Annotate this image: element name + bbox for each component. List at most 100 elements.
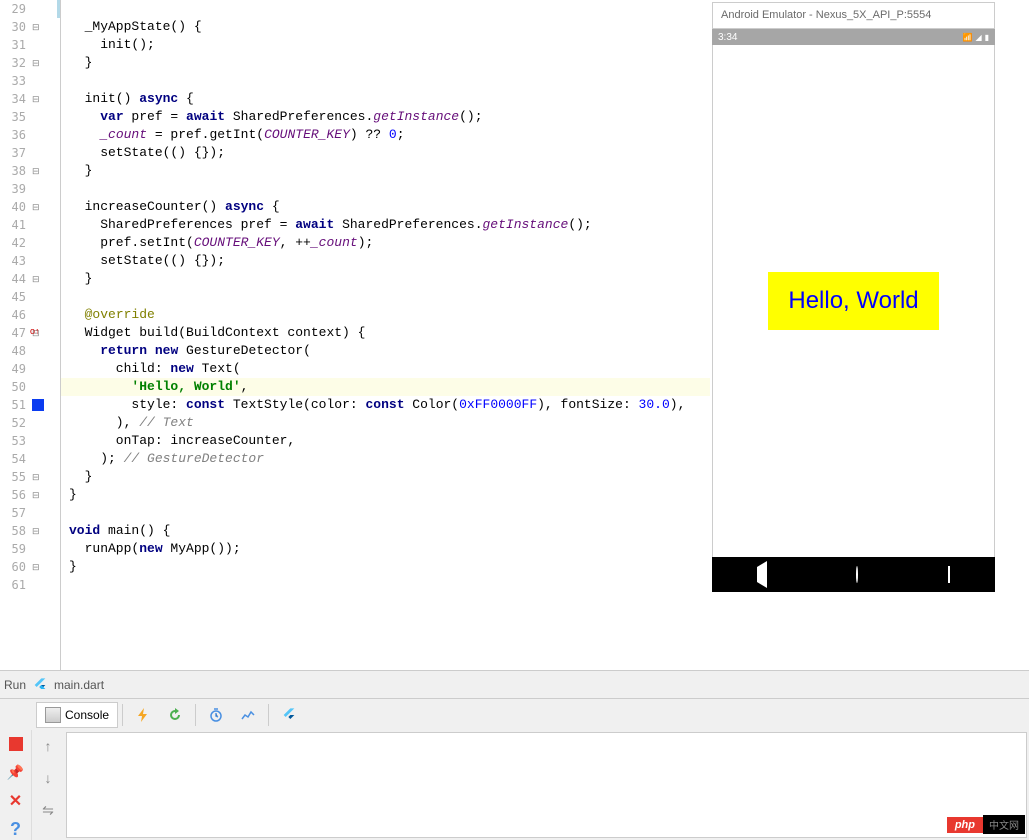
gutter-marker — [30, 72, 60, 90]
line-number: 46 — [0, 306, 26, 324]
code-line[interactable] — [61, 504, 710, 522]
code-line[interactable]: _count = pref.getInt(COUNTER_KEY) ?? 0; — [61, 126, 710, 144]
code-line[interactable]: pref.setInt(COUNTER_KEY, ++_count); — [61, 234, 710, 252]
gutter: 2930313233343536373839404142434445464748… — [0, 0, 30, 670]
gutter-marker: ⊟ — [30, 270, 60, 288]
pin-icon[interactable]: 📌 — [4, 762, 28, 782]
code-line[interactable]: increaseCounter() async { — [61, 198, 710, 216]
hello-world-widget[interactable]: Hello, World — [768, 272, 938, 330]
restart-icon[interactable] — [163, 703, 187, 727]
tree-icon[interactable]: ⇋ — [36, 798, 60, 822]
left-side-icons: 📌 ✕ ? — [0, 730, 32, 840]
line-number: 53 — [0, 432, 26, 450]
unfold-icon[interactable]: ⊟ — [32, 490, 42, 500]
code-line[interactable]: ), // Text — [61, 414, 710, 432]
gutter-marker — [30, 288, 60, 306]
code-line[interactable]: setState(() {}); — [61, 144, 710, 162]
line-number: 41 — [0, 216, 26, 234]
code-line[interactable]: void main() { — [61, 522, 710, 540]
code-line[interactable]: return new GestureDetector( — [61, 342, 710, 360]
code-line[interactable]: runApp(new MyApp()); — [61, 540, 710, 558]
graph-icon[interactable] — [236, 703, 260, 727]
code-line[interactable] — [61, 72, 710, 90]
gutter-marker — [30, 234, 60, 252]
line-number: 48 — [0, 342, 26, 360]
divider — [122, 704, 123, 726]
wifi-icon: 📶 — [962, 33, 972, 42]
hello-text: Hello, World — [788, 287, 918, 314]
line-number: 56 — [0, 486, 26, 504]
fold-icon[interactable]: ⊟ — [32, 94, 42, 104]
flutter-tool-icon[interactable] — [277, 703, 301, 727]
code-area[interactable]: _MyAppState() { init(); } init() async {… — [60, 0, 710, 670]
stop-icon[interactable] — [4, 734, 28, 754]
emulator-title: Android Emulator - Nexus_5X_API_P:5554 — [712, 2, 995, 29]
code-line[interactable] — [61, 180, 710, 198]
gutter-markers: ⊟⊟⊟⊟⊟⊟⊟o↑⊟⊟⊟⊟ — [30, 0, 60, 670]
console-icon — [45, 707, 61, 723]
code-line[interactable]: init() async { — [61, 90, 710, 108]
code-line[interactable]: } — [61, 468, 710, 486]
line-number: 57 — [0, 504, 26, 522]
lightning-icon[interactable] — [131, 703, 155, 727]
line-number: 55 — [0, 468, 26, 486]
close-icon[interactable]: ✕ — [4, 791, 28, 811]
line-number: 60 — [0, 558, 26, 576]
code-line[interactable]: child: new Text( — [61, 360, 710, 378]
arrow-icons: ↑ ↓ ⇋ — [32, 730, 64, 840]
code-line[interactable]: _MyAppState() { — [61, 18, 710, 36]
gutter-marker — [30, 378, 60, 396]
fold-icon[interactable]: ⊟ — [32, 526, 42, 536]
line-number: 43 — [0, 252, 26, 270]
code-line[interactable]: } — [61, 162, 710, 180]
line-number: 58 — [0, 522, 26, 540]
unfold-icon[interactable]: ⊟ — [32, 166, 42, 176]
code-line[interactable]: init(); — [61, 36, 710, 54]
code-line[interactable]: SharedPreferences pref = await SharedPre… — [61, 216, 710, 234]
code-line[interactable]: 'Hello, World', — [61, 378, 710, 396]
console-tab[interactable]: Console — [36, 702, 118, 728]
code-line[interactable] — [61, 0, 710, 18]
line-number: 45 — [0, 288, 26, 306]
gutter-marker — [30, 450, 60, 468]
code-line[interactable] — [61, 288, 710, 306]
help-icon[interactable]: ? — [4, 819, 28, 840]
fold-icon[interactable]: ⊟ — [32, 22, 42, 32]
gutter-marker: ⊟ — [30, 18, 60, 36]
line-number: 29 — [0, 0, 26, 18]
fold-icon[interactable]: ⊟ — [32, 202, 42, 212]
code-line[interactable] — [61, 576, 710, 594]
unfold-icon[interactable]: ⊟ — [32, 58, 42, 68]
code-line[interactable]: } — [61, 270, 710, 288]
signal-icon: ◢ — [975, 33, 981, 42]
home-icon[interactable] — [856, 567, 858, 582]
recents-icon[interactable] — [948, 567, 950, 582]
timer-icon[interactable] — [204, 703, 228, 727]
code-line[interactable]: Widget build(BuildContext context) { — [61, 324, 710, 342]
run-label[interactable]: Run — [4, 678, 26, 692]
code-line[interactable]: @override — [61, 306, 710, 324]
unfold-icon[interactable]: ⊟ — [32, 472, 42, 482]
down-arrow-icon[interactable]: ↓ — [36, 766, 60, 790]
back-icon[interactable] — [757, 567, 767, 582]
gutter-marker — [30, 36, 60, 54]
gutter-marker — [30, 396, 60, 414]
divider — [195, 704, 196, 726]
unfold-icon[interactable]: ⊟ — [32, 274, 42, 284]
code-line[interactable]: style: const TextStyle(color: const Colo… — [61, 396, 710, 414]
unfold-icon[interactable]: ⊟ — [32, 562, 42, 572]
code-line[interactable]: } — [61, 54, 710, 72]
code-line[interactable]: } — [61, 558, 710, 576]
code-line[interactable]: } — [61, 486, 710, 504]
console-output[interactable] — [66, 732, 1027, 838]
up-arrow-icon[interactable]: ↑ — [36, 734, 60, 758]
emulator-screen[interactable]: Hello, World — [712, 45, 995, 557]
code-line[interactable]: onTap: increaseCounter, — [61, 432, 710, 450]
code-line[interactable]: ); // GestureDetector — [61, 450, 710, 468]
code-line[interactable]: setState(() {}); — [61, 252, 710, 270]
run-file[interactable]: main.dart — [54, 678, 104, 692]
php-badge-left: php — [947, 817, 983, 833]
line-number: 31 — [0, 36, 26, 54]
code-line[interactable]: var pref = await SharedPreferences.getIn… — [61, 108, 710, 126]
gutter-marker — [30, 0, 60, 18]
